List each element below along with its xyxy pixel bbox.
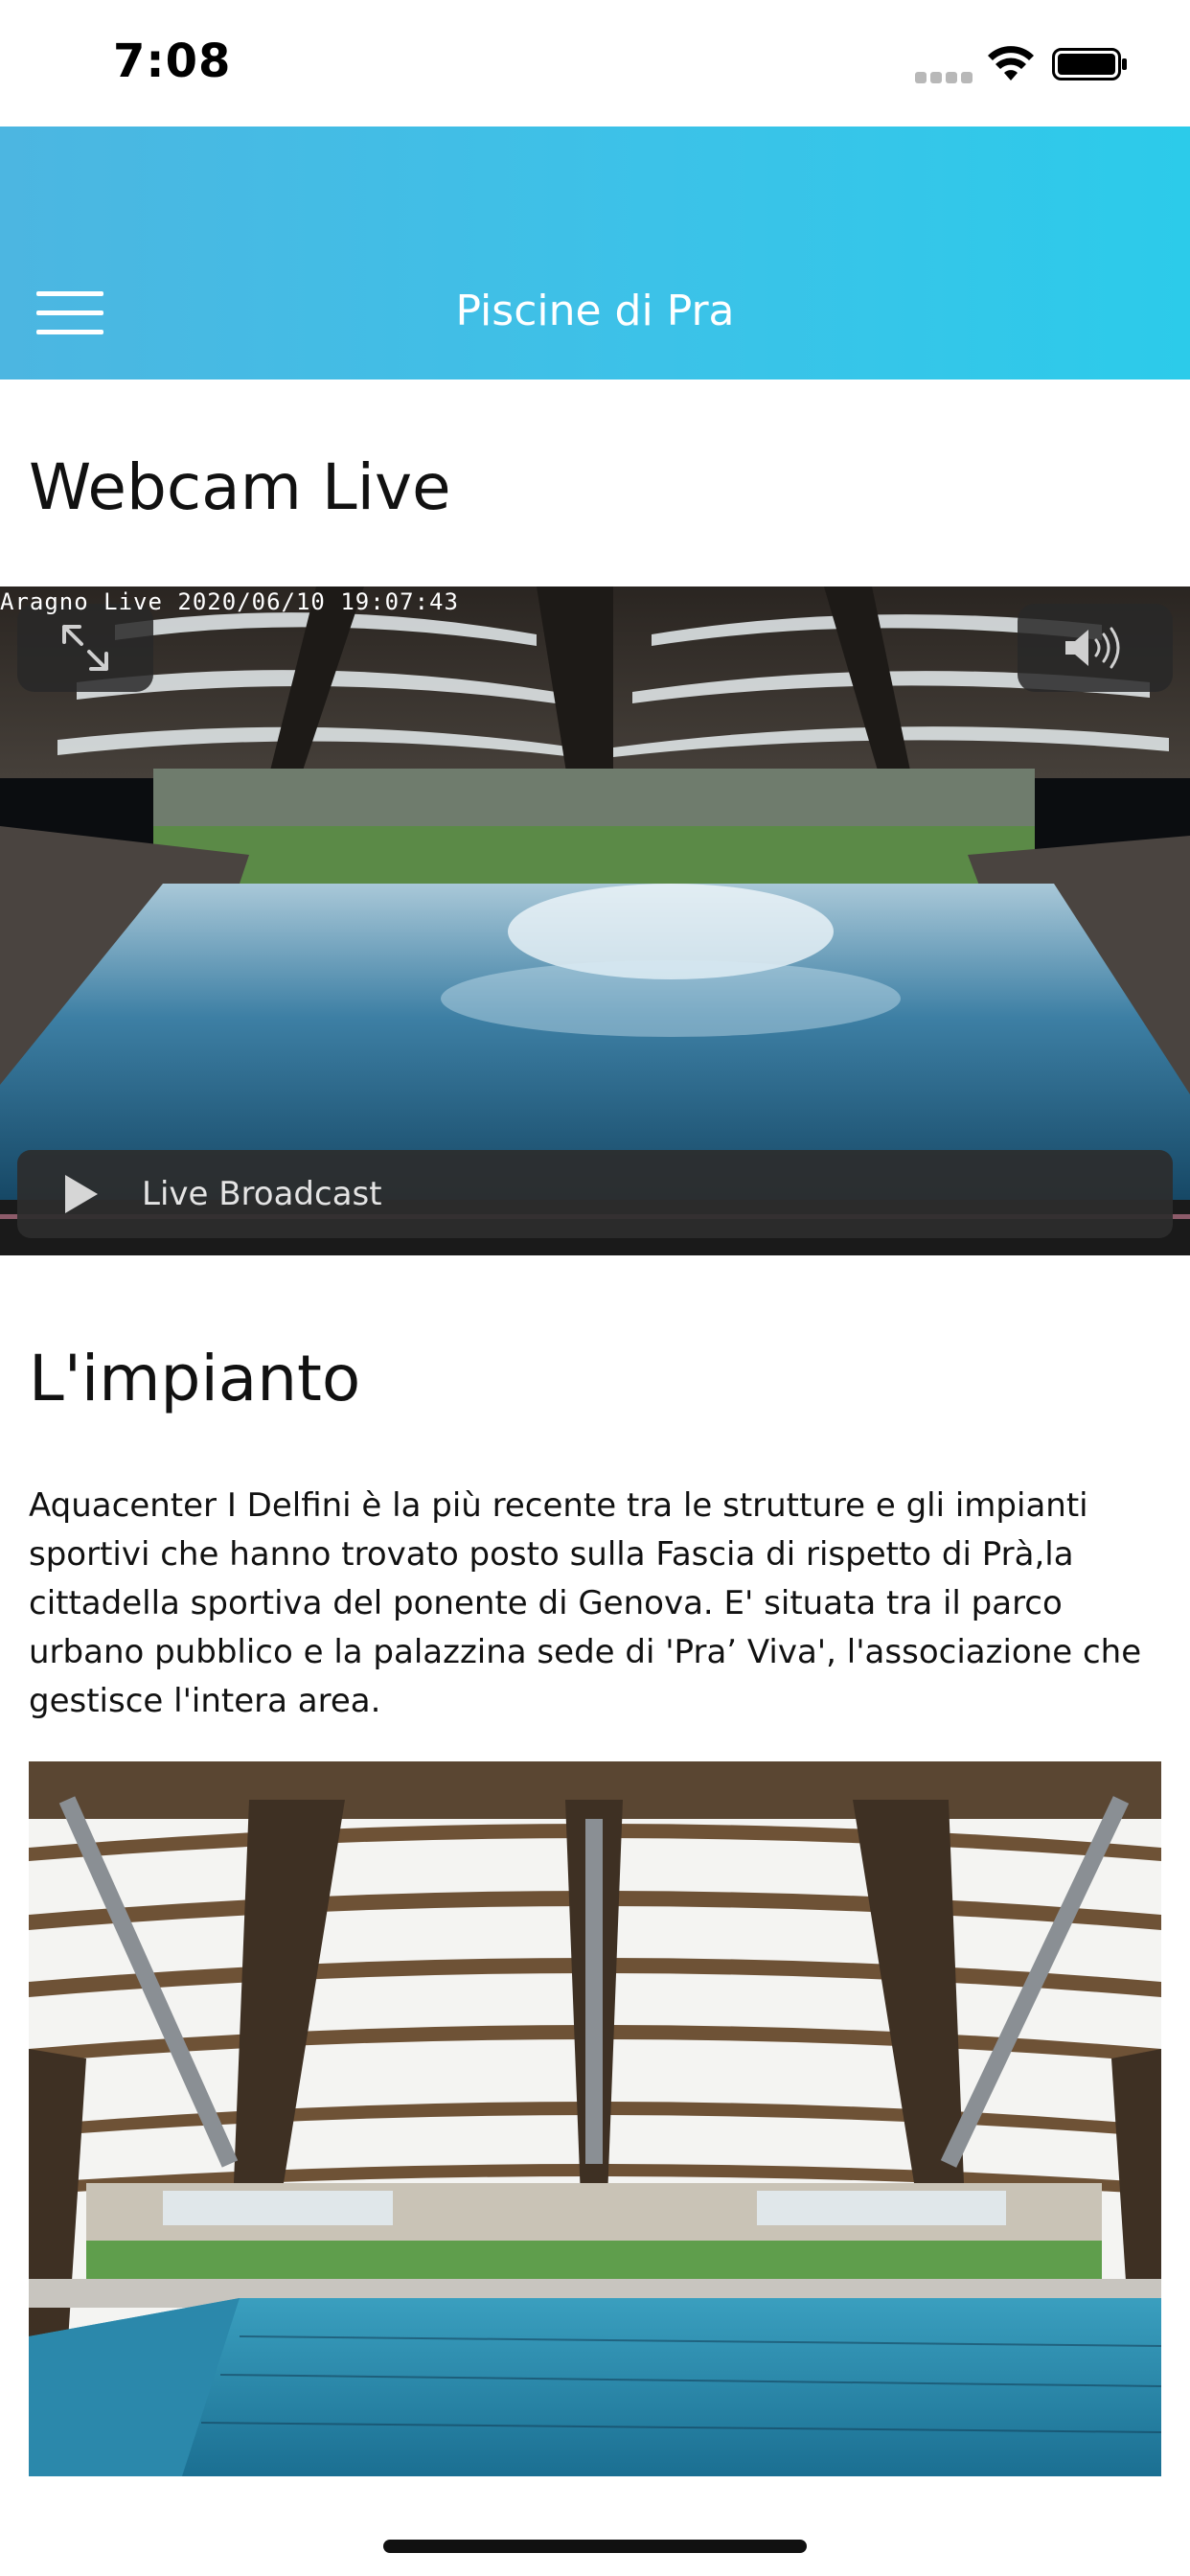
facility-description: Aquacenter I Delfini è la più recente tr… [29,1486,1142,1720]
fullscreen-button[interactable] [17,604,153,692]
status-bar: 7:08 [0,0,1190,126]
app-header: Piscine di Pra [0,126,1190,380]
volume-icon [1065,627,1120,669]
fullscreen-expand-icon [62,625,108,671]
live-broadcast-label: Live Broadcast [142,1175,382,1213]
webcam-video-player[interactable]: Live Broadcast [0,586,1190,1255]
video-control-bar: Live Broadcast [17,1150,1173,1238]
wifi-icon [988,46,1034,80]
signal-icon [915,72,973,83]
home-indicator [383,2540,807,2553]
facility-photo-illustration [29,1761,1161,2476]
page-title: Piscine di Pra [455,287,735,335]
battery-icon [1052,48,1127,80]
webcam-section-title: Webcam Live [29,450,451,524]
play-icon[interactable] [61,1173,100,1215]
volume-button[interactable] [1018,604,1173,692]
facility-section-title: L'impianto [29,1342,361,1415]
facility-photo [29,1761,1161,2476]
status-time: 7:08 [113,34,232,88]
video-timestamp-overlay: Aragno Live 2020/06/10 19:07:43 [0,588,459,615]
